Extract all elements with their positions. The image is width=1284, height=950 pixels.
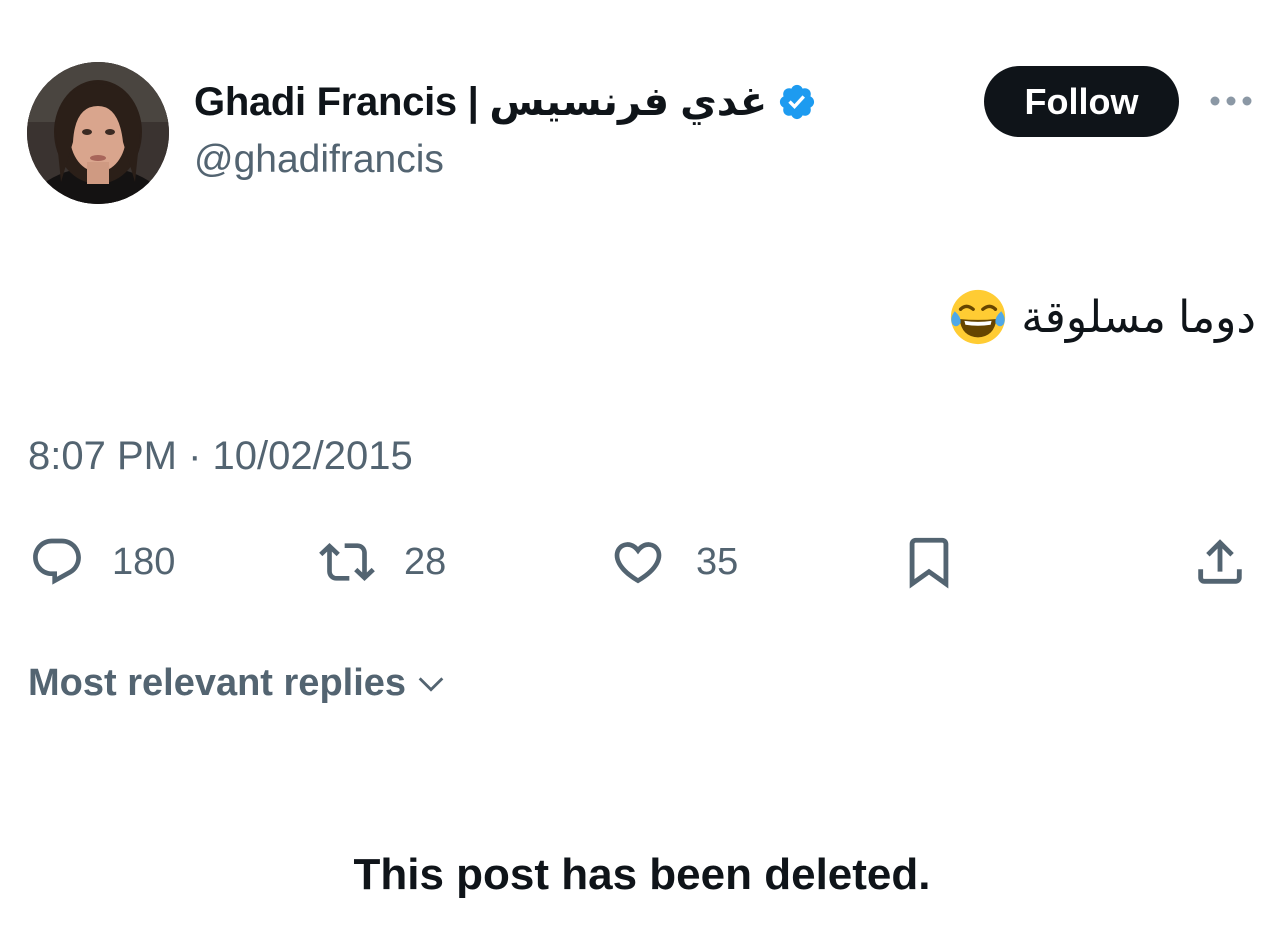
more-dots-icon: [1210, 96, 1252, 106]
more-options-button[interactable]: [1206, 86, 1256, 116]
avatar[interactable]: [27, 62, 169, 204]
reply-button[interactable]: 180: [28, 530, 175, 594]
verified-badge-icon[interactable]: [777, 82, 817, 122]
share-icon: [1198, 539, 1242, 584]
reply-count: 180: [112, 540, 176, 583]
bookmark-button[interactable]: [900, 530, 958, 594]
post-text-content: دوما مسلوقة: [1021, 292, 1256, 342]
reply-icon: [33, 538, 81, 585]
author-display-name[interactable]: Ghadi Francis | غدي فرنسيس: [194, 79, 768, 125]
author-name-row[interactable]: Ghadi Francis | غدي فرنسيس: [194, 74, 817, 130]
post-timestamp[interactable]: 8:07 PM · 10/02/2015: [28, 434, 413, 479]
replies-sort-label: Most relevant replies: [28, 662, 407, 704]
post-text: دوما مسلوقة: [947, 286, 1256, 348]
avatar-image: [27, 62, 169, 204]
follow-button[interactable]: Follow: [984, 66, 1179, 137]
deleted-post-notice: This post has been deleted.: [353, 850, 931, 899]
replies-sort-dropdown[interactable]: Most relevant replies: [28, 662, 448, 705]
bookmark-icon: [909, 537, 949, 589]
like-button[interactable]: 35: [608, 530, 738, 594]
chevron-down-icon: [418, 676, 444, 692]
repost-button[interactable]: 28: [314, 530, 446, 594]
like-icon: [614, 542, 662, 584]
share-button[interactable]: [1190, 530, 1250, 594]
face-with-tears-of-joy-icon: [947, 286, 1009, 348]
repost-icon: [319, 543, 375, 581]
like-count: 35: [696, 540, 739, 583]
author-handle[interactable]: @ghadifrancis: [194, 138, 444, 182]
repost-count: 28: [404, 540, 447, 583]
